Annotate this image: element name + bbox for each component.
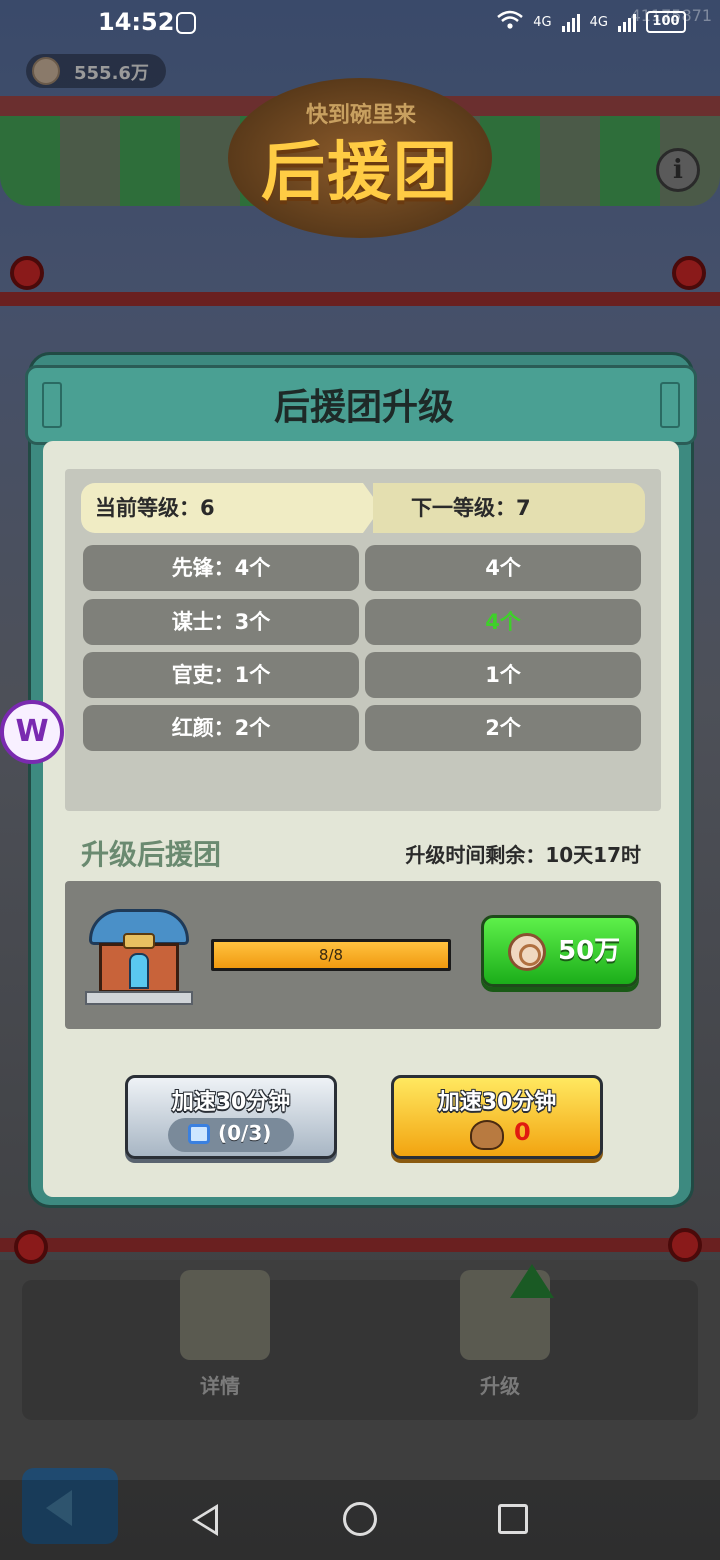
details-label: 详情	[200, 1374, 240, 1398]
speed-up-ad-button[interactable]: 加速30分钟 (0/3)	[125, 1075, 337, 1159]
building-plaque	[123, 933, 155, 949]
system-nav-bar	[0, 1480, 720, 1560]
modal-title: 后援团升级	[273, 387, 454, 428]
coin-icon	[508, 933, 546, 971]
coin-icon	[32, 57, 60, 85]
speed-up-label: 加速30分钟	[437, 1090, 557, 1115]
ad-count-pill: (0/3)	[168, 1118, 294, 1152]
building-icon	[83, 899, 195, 1009]
speed-up-label: 加速30分钟	[171, 1090, 291, 1115]
modal-header: 后援团升级	[25, 365, 697, 445]
building-base	[85, 991, 193, 1005]
network-type: 4G	[533, 14, 552, 30]
upgrade-panel: 8/8 50万	[65, 881, 661, 1029]
post-ornament	[672, 256, 706, 290]
level-comparison: 当前等级：6 下一等级：7 先锋：4个 4个 谋士：3个 4个 官吏：1个 1个…	[65, 469, 661, 811]
current-stat-row: 红颜：2个	[83, 705, 359, 751]
modal-body: 当前等级：6 下一等级：7 先锋：4个 4个 谋士：3个 4个 官吏：1个 1个…	[43, 441, 679, 1197]
speed-up-item-button[interactable]: 加速30分钟 0	[391, 1075, 603, 1159]
info-button[interactable]: i	[656, 148, 700, 192]
ad-count: (0/3)	[218, 1121, 272, 1145]
current-stat-row: 先锋：4个	[83, 545, 359, 591]
next-stat-row: 1个	[365, 652, 641, 698]
next-level: 下一等级：7	[373, 483, 645, 533]
video-ad-icon	[188, 1124, 210, 1144]
upgrade-modal: 后援团升级 当前等级：6 下一等级：7 先锋：4个 4个 谋士：3个 4个 官吏…	[25, 352, 697, 1208]
post-ornament	[668, 1228, 702, 1262]
highlight-value: 4个	[485, 610, 521, 634]
post-ornament	[10, 256, 44, 290]
upgrade-progress-bar: 8/8	[211, 939, 451, 971]
current-level: 当前等级：6	[81, 483, 381, 533]
current-stat-row: 谋士：3个	[83, 599, 359, 645]
details-button[interactable]: 详情	[160, 1270, 280, 1400]
nav-back-icon[interactable]	[192, 1504, 218, 1536]
progress-text: 8/8	[318, 946, 344, 964]
floating-app-logo[interactable]	[0, 700, 64, 764]
next-stat-row: 2个	[365, 705, 641, 751]
upgrade-label: 升级	[480, 1374, 520, 1398]
next-stat-row: 4个	[365, 599, 641, 645]
upgrade-nav-button[interactable]: 升级	[440, 1264, 560, 1400]
upgrade-arrow-icon	[510, 1264, 554, 1298]
upgrade-section-title: 升级后援团	[81, 838, 222, 871]
banner-title: 后援团	[261, 136, 459, 210]
building-door	[129, 953, 149, 989]
coin-amount: 555.6万	[74, 63, 149, 84]
bottom-rail	[0, 1238, 720, 1252]
upgrade-cost-button[interactable]: 50万	[481, 915, 639, 987]
signal-icon	[561, 12, 580, 32]
nav-home-icon[interactable]	[343, 1502, 377, 1536]
status-bar: 14:52 4G 4G 100 41175871	[0, 0, 720, 48]
next-stat-row: 4个	[365, 545, 641, 591]
speed-item-icon	[470, 1120, 504, 1150]
upgrade-time-remaining: 升级时间剩余：10天17时	[405, 843, 641, 867]
overlay-id: 41175871	[630, 6, 712, 25]
gesture-icon	[176, 12, 196, 34]
stage	[22, 1280, 698, 1420]
current-stat-row: 官吏：1个	[83, 652, 359, 698]
coin-balance: 555.6万	[26, 54, 166, 88]
wifi-icon	[497, 10, 524, 34]
nav-recent-icon[interactable]	[498, 1504, 528, 1534]
network-type: 4G	[589, 14, 608, 30]
upgrade-cost: 50万	[558, 936, 621, 966]
top-rail	[0, 292, 720, 306]
scroll-icon	[180, 1270, 270, 1360]
status-time: 14:52	[98, 8, 175, 36]
item-count: 0	[514, 1118, 531, 1146]
post-ornament	[14, 1230, 48, 1264]
